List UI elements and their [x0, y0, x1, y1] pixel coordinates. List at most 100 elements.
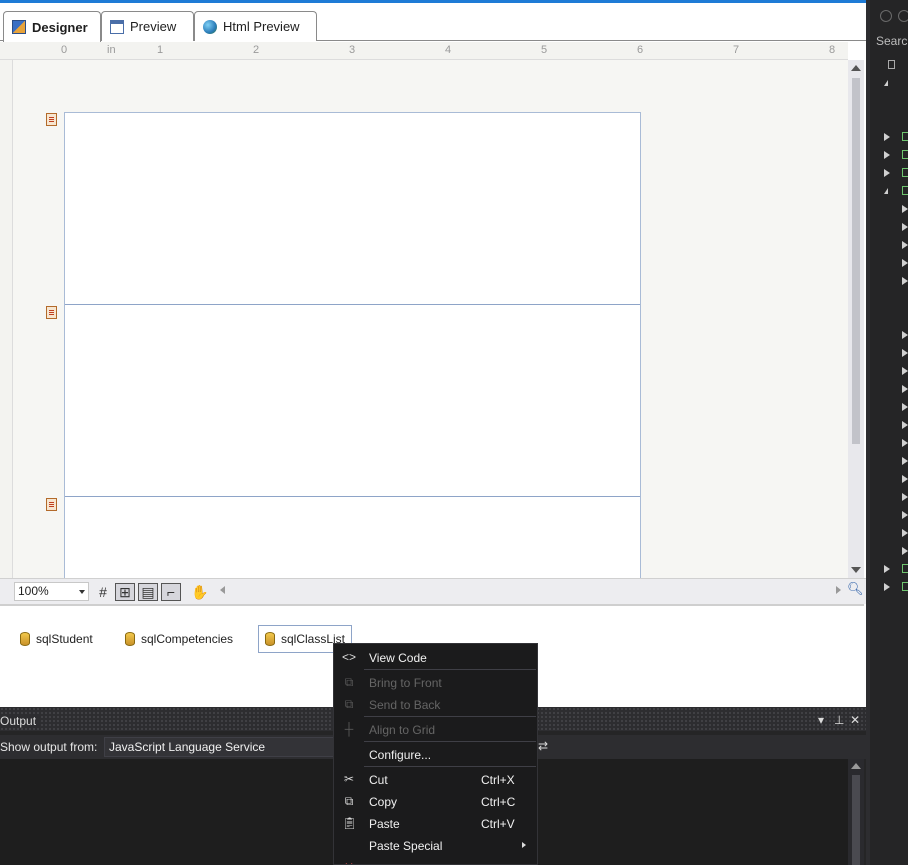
ruler-tick: 7: [733, 44, 740, 56]
menu-item-paste[interactable]: 📋︎ Paste Ctrl+V: [334, 812, 537, 834]
collapse-icon[interactable]: [884, 169, 890, 177]
collapse-icon[interactable]: [902, 349, 908, 357]
preview-icon: [110, 19, 124, 34]
collapse-icon[interactable]: [902, 529, 908, 537]
word-wrap-icon[interactable]: ⇄: [538, 739, 548, 753]
menu-item-align-to-grid: ┼ Align to Grid: [334, 718, 537, 740]
dropdown-icon[interactable]: ▾: [818, 713, 824, 727]
band-divider[interactable]: [65, 496, 640, 497]
show-output-label: Show output from:: [0, 740, 98, 754]
menu-item-shortcut: Ctrl+X: [481, 773, 515, 787]
collapse-icon[interactable]: [902, 367, 908, 375]
tab-designer[interactable]: Designer: [3, 11, 101, 42]
scroll-thumb[interactable]: [852, 78, 860, 444]
hand-icon[interactable]: ✋: [190, 583, 210, 601]
component-sqlstudent[interactable]: sqlStudent: [20, 628, 93, 650]
scroll-thumb[interactable]: [852, 775, 860, 865]
menu-item-delete[interactable]: ✕: [334, 856, 537, 864]
collapse-icon[interactable]: [902, 385, 908, 393]
detail-band-icon[interactable]: [46, 306, 57, 319]
ruler-tick: 3: [349, 44, 356, 56]
zoom-value: 100%: [18, 584, 49, 598]
collapse-icon[interactable]: [902, 331, 908, 339]
menu-item-paste-special[interactable]: Paste Special: [334, 834, 537, 856]
design-canvas[interactable]: [13, 60, 848, 578]
zoom-select[interactable]: 100%: [14, 582, 89, 601]
tab-html-preview[interactable]: Html Preview: [194, 11, 317, 41]
collapse-icon[interactable]: [902, 223, 908, 231]
grid-icon[interactable]: #: [93, 583, 113, 601]
scroll-left-icon[interactable]: [220, 586, 225, 594]
collapse-icon[interactable]: [902, 475, 908, 483]
scroll-up-icon[interactable]: [851, 763, 861, 769]
output-scrollbar[interactable]: [848, 759, 864, 865]
horizontal-ruler: 0 in 1 2 3 4 5 6 7 8: [0, 42, 848, 60]
paste-icon: 📋︎: [342, 816, 358, 830]
output-source-select[interactable]: JavaScript Language Service: [104, 737, 334, 757]
report-page[interactable]: [64, 112, 641, 578]
collapse-icon[interactable]: [902, 205, 908, 213]
project-icon: [902, 564, 908, 573]
collapse-icon[interactable]: [884, 133, 890, 141]
project-icon: [902, 168, 908, 177]
scroll-up-icon[interactable]: [851, 65, 861, 71]
tab-designer-label: Designer: [32, 19, 88, 35]
band-view-icon[interactable]: ▤: [138, 583, 158, 601]
menu-item-label: View Code: [369, 651, 427, 665]
report-footer-band-icon[interactable]: [46, 498, 57, 511]
menu-separator: [364, 669, 536, 670]
collapse-icon[interactable]: [902, 547, 908, 555]
menu-item-copy[interactable]: ⧉ Copy Ctrl+C: [334, 790, 537, 812]
collapse-icon[interactable]: [884, 565, 890, 573]
ruler-unit: in: [107, 44, 116, 56]
menu-item-label: Paste: [369, 817, 400, 831]
tab-preview[interactable]: Preview: [101, 11, 194, 41]
ide-window: Designer Preview Html Preview 0 in 1 2 3…: [0, 0, 908, 865]
solution-search[interactable]: Search: [876, 34, 908, 48]
globe-icon: [203, 19, 217, 34]
menu-separator: [364, 716, 536, 717]
ruler-tick: 2: [253, 44, 260, 56]
report-designer: Designer Preview Html Preview 0 in 1 2 3…: [0, 0, 866, 707]
forward-icon[interactable]: [898, 10, 908, 22]
close-icon[interactable]: ✕: [850, 713, 860, 727]
expand-icon[interactable]: [884, 188, 888, 194]
pin-icon[interactable]: ⊥: [834, 713, 844, 727]
collapse-icon[interactable]: [902, 259, 908, 267]
ruler-tick: 8: [829, 44, 836, 56]
collapse-icon[interactable]: [902, 457, 908, 465]
collapse-icon[interactable]: [902, 241, 908, 249]
vertical-scrollbar[interactable]: [848, 60, 864, 578]
band-divider[interactable]: [65, 304, 640, 305]
scroll-down-icon[interactable]: [851, 567, 861, 573]
zoom-icon[interactable]: 🔍︎: [847, 581, 864, 597]
project-icon: [902, 150, 908, 159]
menu-item-label: Send to Back: [369, 698, 441, 712]
bring-to-front-icon: ⧉: [344, 675, 354, 689]
report-header-band-icon[interactable]: [46, 113, 57, 126]
scroll-right-icon[interactable]: [836, 586, 841, 594]
collapse-icon[interactable]: [884, 151, 890, 159]
component-sqlcompetencies[interactable]: sqlCompetencies: [125, 628, 233, 650]
menu-item-cut[interactable]: ✂ Cut Ctrl+X: [334, 768, 537, 790]
collapse-icon[interactable]: [902, 421, 908, 429]
menu-item-configure[interactable]: Configure...: [334, 743, 537, 765]
menu-item-view-code[interactable]: <> View Code: [334, 646, 537, 668]
component-label: sqlStudent: [36, 632, 93, 646]
collapse-icon[interactable]: [902, 439, 908, 447]
collapse-icon[interactable]: [902, 277, 908, 285]
back-icon[interactable]: [880, 10, 892, 22]
collapse-icon[interactable]: [902, 403, 908, 411]
menu-item-label: Paste Special: [369, 839, 443, 853]
view-code-icon: <>: [342, 650, 357, 664]
tab-preview-label: Preview: [130, 19, 177, 34]
vertical-ruler: [0, 60, 13, 578]
project-icon: [902, 582, 908, 591]
database-icon: [20, 632, 30, 646]
collapse-icon[interactable]: [902, 493, 908, 501]
expand-icon[interactable]: [884, 80, 888, 86]
ruler-toggle-icon[interactable]: ⌐: [161, 583, 181, 601]
collapse-icon[interactable]: [884, 583, 890, 591]
collapse-icon[interactable]: [902, 511, 908, 519]
snap-lines-icon[interactable]: ⊞: [115, 583, 135, 601]
